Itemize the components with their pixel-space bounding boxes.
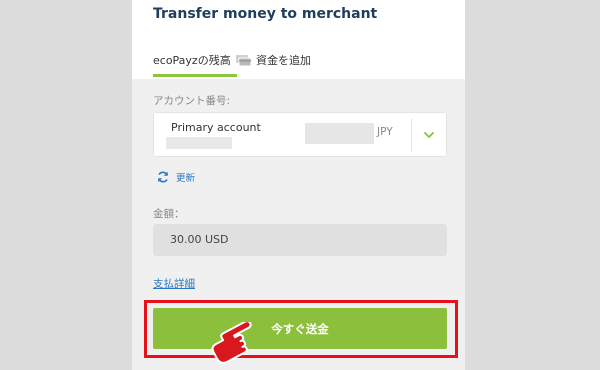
- redacted-account-number: [166, 137, 232, 149]
- amount-field: 30.00 USD: [153, 224, 447, 256]
- select-divider: [411, 119, 412, 152]
- account-select[interactable]: Primary account JPY: [153, 112, 447, 157]
- chevron-down-icon[interactable]: [422, 128, 436, 142]
- refresh-button[interactable]: 更新: [156, 170, 195, 184]
- tab-add-funds-label: 資金を追加: [256, 54, 311, 67]
- refresh-label: 更新: [176, 173, 196, 184]
- amount-label: 金額：: [153, 208, 185, 220]
- account-currency: JPY: [377, 126, 393, 138]
- account-number-label: アカウント番号:: [153, 95, 231, 107]
- send-now-button[interactable]: 今すぐ送金: [153, 308, 447, 349]
- page-title: Transfer money to merchant: [153, 6, 378, 22]
- cards-icon: [236, 55, 252, 67]
- payment-details-link[interactable]: 支払詳細: [153, 276, 195, 291]
- tab-add-funds[interactable]: 資金を追加: [235, 43, 311, 73]
- tab-ecopayz-balance[interactable]: ecoPayzの残高: [153, 52, 237, 77]
- pointing-hand-icon: [211, 322, 252, 364]
- tab-bar: ecoPayzの残高 資金を追加: [153, 40, 447, 78]
- refresh-icon: [158, 171, 168, 183]
- redacted-balance: [305, 123, 374, 144]
- account-name: Primary account: [171, 121, 261, 134]
